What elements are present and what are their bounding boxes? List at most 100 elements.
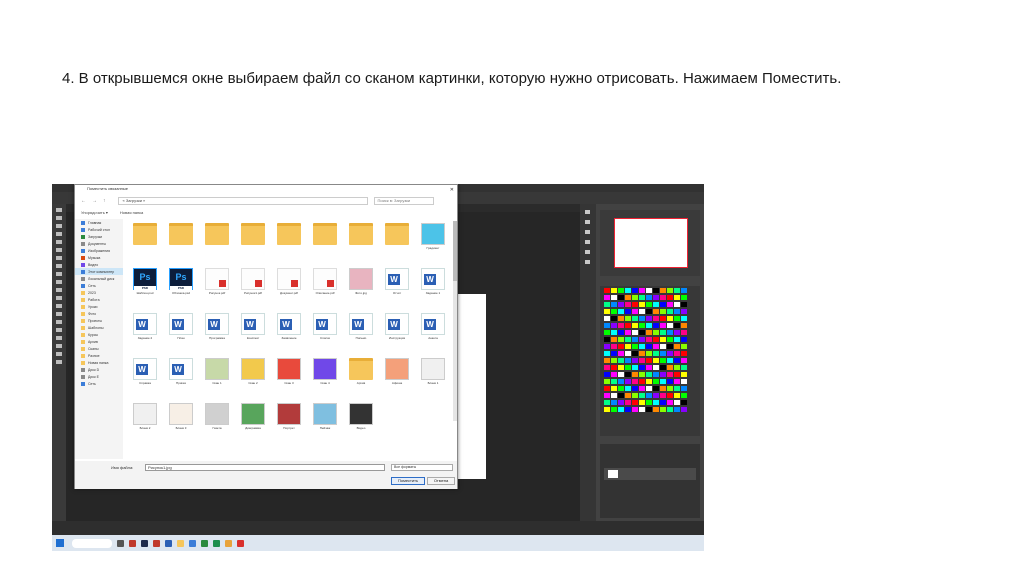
swatch[interactable] (618, 407, 624, 412)
para-panel-icon[interactable] (585, 250, 590, 254)
swatch[interactable] (667, 330, 673, 335)
swatch[interactable] (639, 295, 645, 300)
stamp-tool-icon[interactable] (56, 272, 62, 276)
whatsapp-icon[interactable] (213, 539, 220, 547)
file-item[interactable]: Приказ (163, 356, 199, 401)
swatch[interactable] (639, 316, 645, 321)
swatch[interactable] (639, 407, 645, 412)
swatch[interactable] (618, 400, 624, 405)
swatch[interactable] (674, 407, 680, 412)
swatch[interactable] (674, 288, 680, 293)
swatch[interactable] (632, 288, 638, 293)
swatch[interactable] (674, 337, 680, 342)
file-item[interactable]: Ps Обложка.psd (163, 266, 199, 311)
swatch[interactable] (667, 344, 673, 349)
swatch[interactable] (625, 323, 631, 328)
chrome-icon[interactable] (225, 539, 232, 547)
path-select-icon[interactable] (56, 336, 62, 340)
sidebar-item[interactable]: Проекты (75, 317, 123, 324)
app-icon[interactable] (201, 539, 208, 547)
dialog-title-bar[interactable]: Поместить связанные ✕ (75, 185, 457, 193)
taskbar-search[interactable] (72, 538, 112, 548)
swatch[interactable] (653, 351, 659, 356)
swatch[interactable] (618, 288, 624, 293)
swatch[interactable] (632, 316, 638, 321)
swatch[interactable] (660, 316, 666, 321)
swatch[interactable] (639, 372, 645, 377)
close-icon[interactable]: ✕ (450, 186, 454, 194)
brush-tool-icon[interactable] (56, 264, 62, 268)
swatch[interactable] (653, 365, 659, 370)
swatch[interactable] (681, 393, 687, 398)
sidebar-item[interactable]: Сканы (75, 345, 123, 352)
swatch[interactable] (611, 386, 617, 391)
file-item[interactable]: Анкета (415, 311, 451, 356)
swatch[interactable] (653, 309, 659, 314)
swatch[interactable] (667, 372, 673, 377)
swatch[interactable] (667, 358, 673, 363)
swatch[interactable] (653, 372, 659, 377)
file-item[interactable]: План (163, 311, 199, 356)
sidebar-item[interactable]: Музыка (75, 254, 123, 261)
swatch[interactable] (660, 358, 666, 363)
swatch[interactable] (625, 386, 631, 391)
swatch[interactable] (653, 358, 659, 363)
sidebar-item[interactable]: Сеть (75, 380, 123, 387)
move-tool-icon[interactable] (56, 208, 62, 212)
swatch[interactable] (611, 302, 617, 307)
swatch[interactable] (660, 309, 666, 314)
shape-tool-icon[interactable] (56, 344, 62, 348)
file-item[interactable]: Бланк 3 (163, 401, 199, 446)
sidebar-item[interactable]: Шаблоны (75, 324, 123, 331)
swatch[interactable] (618, 393, 624, 398)
file-item[interactable]: Описание.pdf (307, 266, 343, 311)
file-item[interactable] (307, 221, 343, 266)
eyedropper-tool-icon[interactable] (56, 248, 62, 252)
sidebar-item[interactable]: Загрузки (75, 233, 123, 240)
swatch[interactable] (681, 351, 687, 356)
history-brush-icon[interactable] (56, 280, 62, 284)
file-item[interactable]: Портрет (271, 401, 307, 446)
swatch[interactable] (667, 302, 673, 307)
swatch[interactable] (604, 365, 610, 370)
swatch[interactable] (604, 295, 610, 300)
swatch[interactable] (653, 407, 659, 412)
swatch[interactable] (618, 323, 624, 328)
swatch[interactable] (625, 372, 631, 377)
scrollbar[interactable] (453, 221, 457, 421)
sidebar-item[interactable]: Локальный диск (75, 275, 123, 282)
app-icon[interactable] (129, 539, 136, 547)
swatch[interactable] (625, 337, 631, 342)
up-arrow-icon[interactable]: ↑ (103, 198, 106, 204)
address-input[interactable]: « Загрузки » (117, 197, 368, 205)
swatch[interactable] (674, 344, 680, 349)
text-tool-icon[interactable] (56, 328, 62, 332)
sidebar-item[interactable]: Новая папка (75, 359, 123, 366)
swatch[interactable] (611, 316, 617, 321)
swatch[interactable] (632, 386, 638, 391)
swatch[interactable] (653, 379, 659, 384)
swatch[interactable] (618, 379, 624, 384)
swatch[interactable] (625, 316, 631, 321)
swatch[interactable] (646, 316, 652, 321)
swatch[interactable] (653, 400, 659, 405)
swatch[interactable] (639, 344, 645, 349)
swatch[interactable] (653, 302, 659, 307)
app-icon[interactable] (153, 539, 160, 547)
sidebar-item[interactable]: Рабочий стол (75, 226, 123, 233)
swatch[interactable] (660, 386, 666, 391)
file-item[interactable] (343, 221, 379, 266)
search-input[interactable]: Поиск в: Загрузки (373, 197, 434, 205)
hand-tool-icon[interactable] (56, 352, 62, 356)
sidebar-item[interactable]: Документы (75, 240, 123, 247)
swatch[interactable] (667, 316, 673, 321)
swatch[interactable] (674, 295, 680, 300)
command-item[interactable]: Новая папка (120, 210, 143, 215)
swatch[interactable] (611, 295, 617, 300)
swatch[interactable] (639, 302, 645, 307)
swatch[interactable] (681, 365, 687, 370)
swatch[interactable] (660, 365, 666, 370)
swatch[interactable] (639, 393, 645, 398)
swatch[interactable] (604, 330, 610, 335)
command-item[interactable]: Упорядочить ▾ (81, 210, 108, 215)
